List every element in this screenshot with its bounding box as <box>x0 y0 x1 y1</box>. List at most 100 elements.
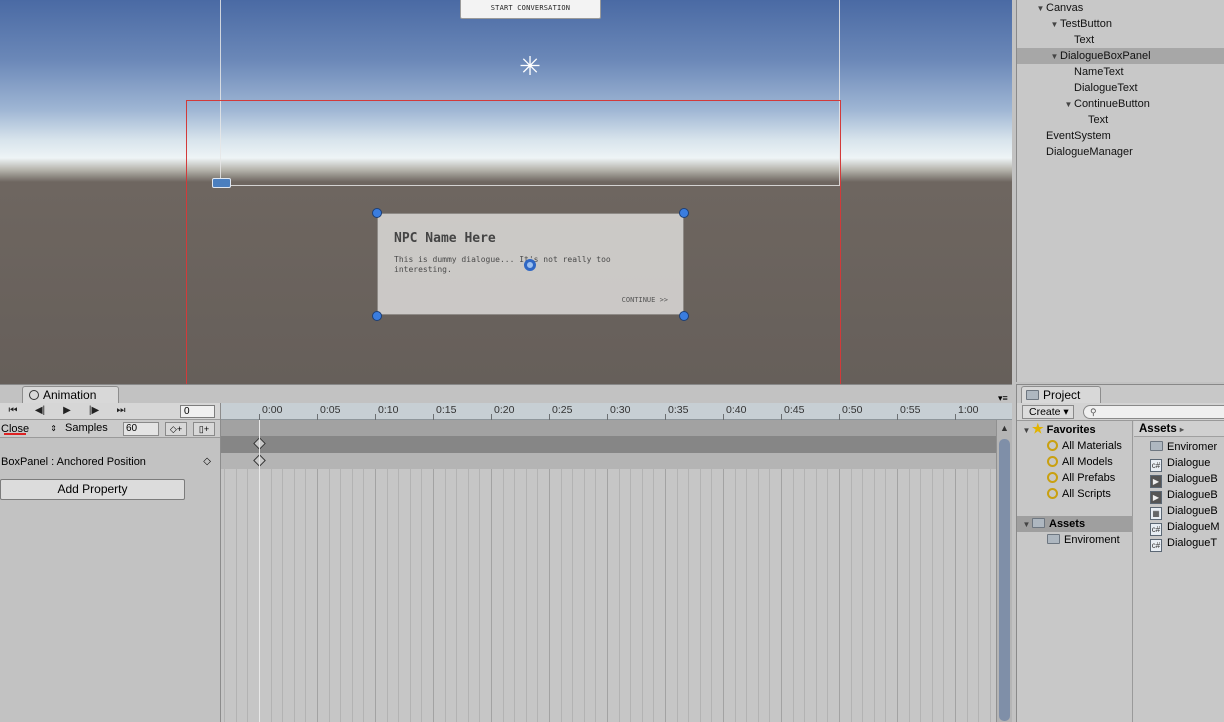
summary-row <box>221 420 996 436</box>
grid-line <box>247 469 248 722</box>
expand-arrow-icon[interactable]: ▼ <box>1063 97 1074 113</box>
grid-line <box>282 469 283 722</box>
project-panel: Project Create ▾ ⚲ ▼ ★ Favorites All Mater… <box>1016 384 1224 722</box>
grid-line <box>827 469 828 722</box>
vertical-scrollbar[interactable]: ▲ <box>996 420 1012 722</box>
grid-line <box>769 469 770 722</box>
pivot-handle[interactable] <box>524 259 536 271</box>
favorite-item[interactable]: All Prefabs <box>1047 470 1115 486</box>
play-icon[interactable]: ▶ <box>58 404 76 418</box>
grid-line <box>305 469 306 722</box>
last-key-icon[interactable]: ⏭ <box>112 404 130 418</box>
asset-item[interactable]: c# DialogueM <box>1150 519 1220 536</box>
add-property-button[interactable]: Add Property <box>0 479 185 500</box>
hierarchy-item[interactable]: DialogueManager <box>1017 144 1224 160</box>
hierarchy-item[interactable]: DialogueText <box>1017 80 1224 96</box>
clip-row: Close ⇕ Samples 60 ◇+ ▯+ <box>0 420 221 438</box>
rect-handle-bottom-left[interactable] <box>372 311 382 321</box>
ruler-tick-label: 0:45 <box>784 404 805 416</box>
ruler-tick-label: 0:15 <box>436 404 457 416</box>
asset-item[interactable]: ▦ DialogueB <box>1150 503 1218 520</box>
next-key-icon[interactable]: |▶ <box>85 404 103 418</box>
grid-line <box>851 469 852 722</box>
hierarchy-item[interactable]: ▼ ContinueButton <box>1017 96 1224 112</box>
tab-animation[interactable]: Animation <box>22 386 119 404</box>
ruler-tick-label: 0:00 <box>262 404 283 416</box>
dopesheet-grid[interactable] <box>221 469 996 722</box>
expand-arrow-icon[interactable]: ▼ <box>1035 1 1046 17</box>
tab-project[interactable]: Project <box>1021 386 1101 404</box>
keyframe-diamond-icon[interactable]: ◇ <box>203 454 211 470</box>
add-event-icon[interactable]: ▯+ <box>193 422 215 436</box>
timeline-ruler[interactable]: 0:00 0:05 0:10 0:15 0:20 0:25 0:30 0:35 0:40 0:45… <box>221 403 1012 420</box>
asset-item[interactable]: ▶ DialogueB <box>1150 471 1218 488</box>
expand-arrow-icon[interactable]: ▼ <box>1021 517 1032 533</box>
menu-icon[interactable]: ▾≡ <box>998 393 1008 404</box>
property-row[interactable]: BoxPanel : Anchored Position ◇ <box>0 454 221 470</box>
hierarchy-item[interactable]: NameText <box>1017 64 1224 80</box>
rect-handle-bottom-right[interactable] <box>679 311 689 321</box>
asset-item-label: DialogueT <box>1167 537 1218 549</box>
favorite-item[interactable]: All Materials <box>1047 438 1122 454</box>
grid-line <box>329 469 330 722</box>
grid-line <box>549 469 550 722</box>
rect-handle-top-left[interactable] <box>372 208 382 218</box>
grid-line <box>456 469 457 722</box>
asset-item[interactable]: ▶ DialogueB <box>1150 487 1218 504</box>
expand-arrow-icon[interactable]: ▼ <box>1049 17 1060 33</box>
samples-field[interactable]: 60 <box>123 422 159 436</box>
rect-handle-top-right[interactable] <box>679 208 689 218</box>
frame-field[interactable]: 0 <box>180 405 215 418</box>
grid-line <box>398 469 399 722</box>
folder-item[interactable]: Enviroment <box>1047 532 1120 548</box>
scrollbar-thumb[interactable] <box>999 439 1010 721</box>
asset-item[interactable]: c# DialogueT <box>1150 535 1218 552</box>
start-conversation-button[interactable]: START CONVERSATION <box>460 0 601 19</box>
grid-line <box>781 469 782 722</box>
hierarchy-item-label: Text <box>1088 114 1109 126</box>
playhead[interactable] <box>259 420 260 722</box>
add-keyframe-icon[interactable]: ◇+ <box>165 422 187 436</box>
expand-arrow-icon[interactable]: ▼ <box>1021 423 1032 439</box>
grid-line <box>967 469 968 722</box>
search-input[interactable]: ⚲ <box>1083 405 1224 419</box>
chevron-right-icon: ▸ <box>1179 425 1184 434</box>
asset-breadcrumb[interactable]: Assets ▸ <box>1134 421 1224 437</box>
favorite-item[interactable]: All Scripts <box>1047 486 1111 502</box>
hierarchy-item[interactable]: ▼ DialogueBoxPanel <box>1017 48 1224 64</box>
grid-line <box>677 469 678 722</box>
search-icon <box>1047 440 1058 451</box>
asset-item[interactable]: Enviromer <box>1150 439 1217 455</box>
assets-folder[interactable]: ▼ Assets <box>1017 516 1133 532</box>
ruler-tick-label: 0:50 <box>842 404 863 416</box>
scroll-up-icon[interactable]: ▲ <box>1000 423 1009 433</box>
grid-line <box>897 469 898 722</box>
hierarchy-item[interactable]: ▼ Canvas <box>1017 0 1224 16</box>
directional-light-icon[interactable]: ✳ <box>517 53 543 79</box>
property-label: BoxPanel : Anchored Position <box>1 456 146 468</box>
hierarchy-item[interactable]: Text <box>1017 112 1224 128</box>
grid-line <box>920 469 921 722</box>
hierarchy-item[interactable]: Text <box>1017 32 1224 48</box>
grid-line <box>630 469 631 722</box>
hierarchy-item-label: ContinueButton <box>1074 98 1150 110</box>
scene-view[interactable]: START CONVERSATION ✳ NPC Name Here This … <box>0 0 1012 384</box>
grid-line <box>816 469 817 722</box>
continue-button[interactable]: CONTINUE >> <box>622 296 668 304</box>
expand-arrow-icon[interactable]: ▼ <box>1049 49 1060 65</box>
hierarchy-item[interactable]: ▼ TestButton <box>1017 16 1224 32</box>
favorite-item[interactable]: All Models <box>1047 454 1113 470</box>
grid-line <box>758 469 759 722</box>
grid-line <box>491 469 492 722</box>
grid-line <box>955 469 956 722</box>
favorites-header[interactable]: ▼ ★ Favorites <box>1021 421 1096 437</box>
grid-line <box>793 469 794 722</box>
asset-item-label: Enviromer <box>1167 441 1218 453</box>
first-key-icon[interactable]: ⏮ <box>4 404 22 418</box>
asset-item[interactable]: c# Dialogue <box>1150 455 1210 472</box>
grid-line <box>363 469 364 722</box>
create-button[interactable]: Create ▾ <box>1022 405 1074 419</box>
prev-key-icon[interactable]: ◀| <box>31 404 49 418</box>
grid-line <box>711 469 712 722</box>
hierarchy-item[interactable]: EventSystem <box>1017 128 1224 144</box>
